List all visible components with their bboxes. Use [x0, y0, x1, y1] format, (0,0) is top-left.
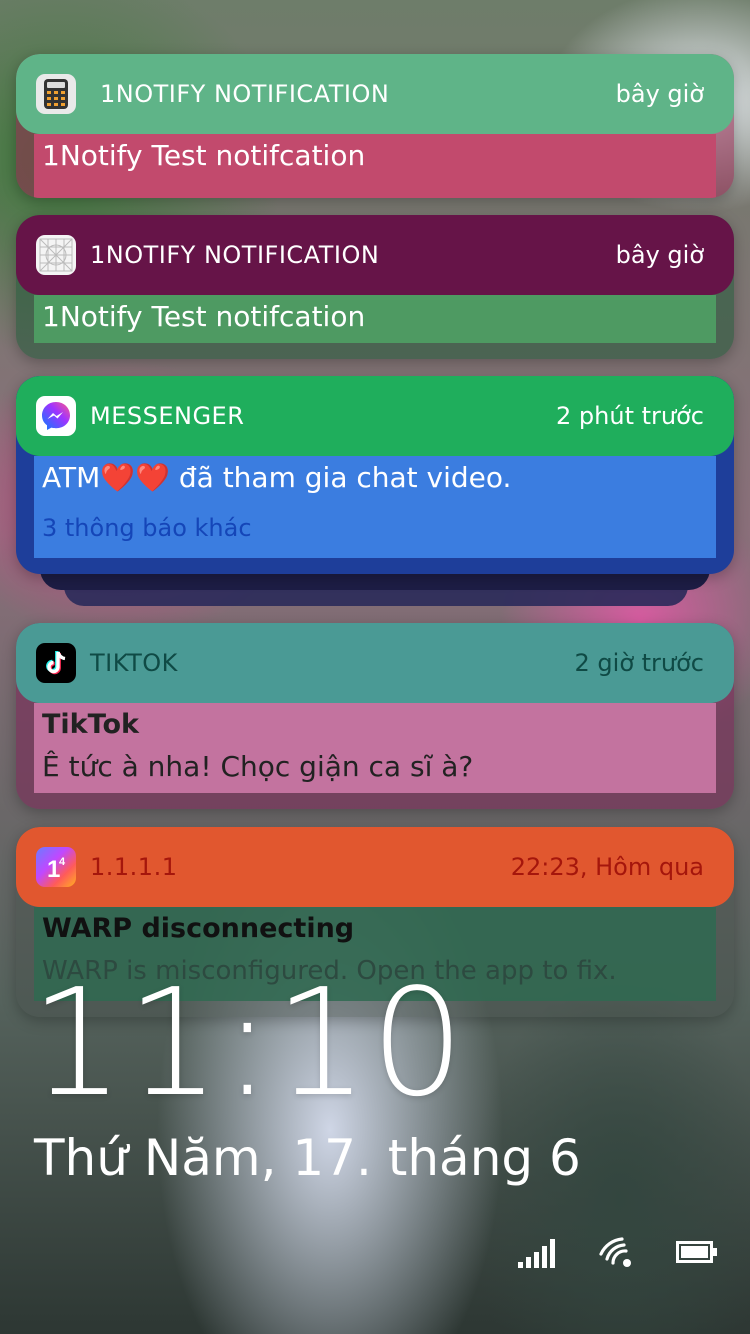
- app-name: 1NOTIFY NOTIFICATION: [90, 241, 380, 269]
- notification-tiktok[interactable]: TikTok Ê tức à nha! Chọc giận ca sĩ à? T…: [16, 623, 734, 809]
- app-name: 1.1.1.1: [90, 853, 178, 881]
- notification-body: 1Notify Test notifcation: [34, 295, 716, 343]
- battery-icon: [676, 1241, 718, 1267]
- notification-text: 1Notify Test notifcation: [42, 300, 366, 333]
- notification-header: TIKTOK 2 giờ trước: [16, 623, 734, 703]
- notification-time: bây giờ: [615, 80, 704, 108]
- notification-header: MESSENGER 2 phút trước: [16, 376, 734, 456]
- notification-1notify-2[interactable]: 1Notify Test notifcation 1NOTIFY NOTIFIC…: [16, 215, 734, 359]
- wifi-icon: [598, 1236, 634, 1272]
- notification-text: Ê tức à nha! Chọc giận ca sĩ à?: [42, 750, 474, 783]
- signal-bars-icon: [518, 1236, 558, 1272]
- notification-1notify-1[interactable]: 1Notify Test notifcation 1NOTIFY NOTIFIC…: [16, 54, 734, 198]
- notification-text: ATM❤️❤️ đã tham gia chat video.: [42, 461, 512, 494]
- notification-title: WARP disconnecting: [42, 913, 355, 944]
- notification-body: TikTok Ê tức à nha! Chọc giận ca sĩ à?: [34, 703, 716, 793]
- notification-header: 1NOTIFY NOTIFICATION bây giờ: [16, 54, 734, 134]
- notification-messenger[interactable]: ATM❤️❤️ đã tham gia chat video. 3 thông …: [16, 376, 734, 574]
- tiktok-icon: [36, 643, 76, 683]
- more-notifications-link[interactable]: 3 thông báo khác: [42, 514, 708, 542]
- notification-body: ATM❤️❤️ đã tham gia chat video. 3 thông …: [34, 456, 716, 558]
- calculator-icon: [36, 74, 76, 114]
- notification-time: 22:23, Hôm qua: [510, 853, 704, 881]
- notification-time: 2 phút trước: [556, 402, 704, 430]
- app-name: MESSENGER: [90, 402, 245, 430]
- cloudflare-1111-icon: 1 4: [36, 847, 76, 887]
- app-name: TIKTOK: [90, 649, 178, 677]
- notification-title: TikTok: [42, 709, 139, 740]
- notification-body: 1Notify Test notifcation: [34, 134, 716, 198]
- notification-header: 1NOTIFY NOTIFICATION bây giờ: [16, 215, 734, 295]
- svg-text:4: 4: [59, 856, 66, 868]
- notification-text: 1Notify Test notifcation: [42, 139, 366, 172]
- notification-time: bây giờ: [615, 241, 704, 269]
- grid-icon: [36, 235, 76, 275]
- app-name: 1NOTIFY NOTIFICATION: [100, 80, 390, 108]
- lockscreen-time: 11:10: [30, 957, 467, 1129]
- notification-time: 2 giờ trước: [574, 649, 704, 677]
- notification-header: 1 4 1.1.1.1 22:23, Hôm qua: [16, 827, 734, 907]
- lockscreen-date: Thứ Năm, 17. tháng 6: [34, 1129, 581, 1187]
- messenger-icon: [36, 396, 76, 436]
